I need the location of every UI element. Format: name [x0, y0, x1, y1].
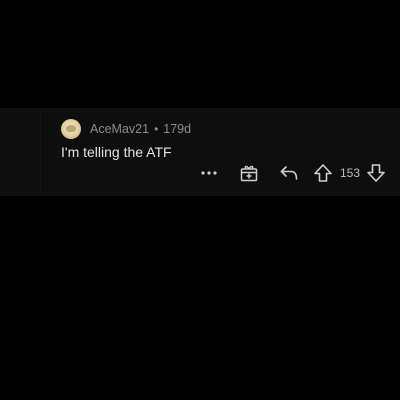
- upvote-button[interactable]: [310, 160, 336, 186]
- comment-card: AceMav21 • 179d I'm telling the ATF 153: [0, 108, 400, 196]
- more-options-button[interactable]: [196, 160, 222, 186]
- comment-action-bar: 153: [196, 160, 389, 186]
- username[interactable]: AceMav21: [90, 122, 149, 136]
- reply-button[interactable]: [276, 160, 302, 186]
- comment-header: AceMav21 • 179d: [61, 118, 191, 140]
- screen: AceMav21 • 179d I'm telling the ATF 153: [0, 0, 400, 400]
- comment-age: 179d: [163, 122, 192, 136]
- award-button[interactable]: [236, 160, 262, 186]
- vote-count: 153: [340, 166, 361, 180]
- more-icon: [201, 171, 217, 175]
- downvote-icon: [366, 163, 386, 183]
- reply-icon: [279, 164, 299, 182]
- thread-line: [40, 108, 41, 196]
- award-icon: [239, 163, 259, 183]
- comment-body: I'm telling the ATF: [61, 144, 172, 160]
- user-avatar[interactable]: [61, 119, 81, 139]
- meta-separator: •: [154, 122, 159, 136]
- downvote-button[interactable]: [363, 160, 389, 186]
- upvote-icon: [313, 163, 333, 183]
